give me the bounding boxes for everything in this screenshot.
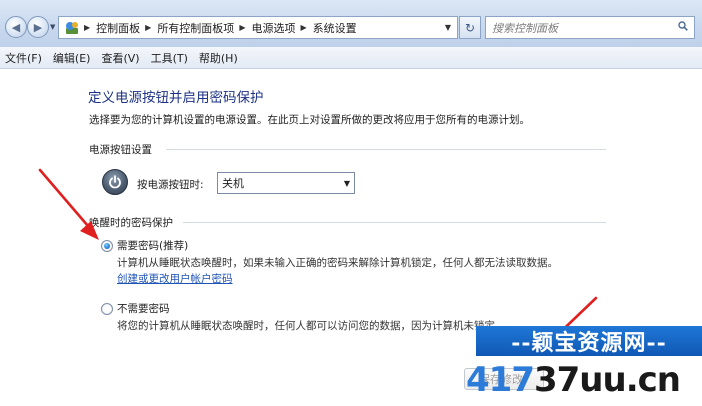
menu-file[interactable]: 文件(F) (0, 50, 48, 66)
search-placeholder: 搜索控制面板 (492, 21, 558, 35)
require-password-label[interactable]: 需要密码(推荐) (117, 238, 188, 253)
menu-help[interactable]: 帮助(H) (194, 50, 244, 66)
create-password-link[interactable]: 创建或更改用户帐户密码 (117, 273, 233, 285)
menu-tools[interactable]: 工具(T) (146, 50, 194, 66)
forward-button[interactable]: ▶ (27, 16, 49, 38)
breadcrumb-separator[interactable]: ▶ (145, 23, 151, 32)
back-arrow-icon: ◀ (11, 20, 21, 34)
breadcrumb-all-items[interactable]: 所有控制面板项 (157, 17, 234, 38)
breadcrumb-separator[interactable]: ▶ (300, 23, 306, 32)
menu-edit[interactable]: 编辑(E) (48, 50, 97, 66)
breadcrumb-separator[interactable]: ▶ (239, 23, 245, 32)
menu-view[interactable]: 查看(V) (96, 50, 145, 66)
control-panel-icon (66, 21, 78, 34)
create-password-link-row: 创建或更改用户帐户密码 (117, 271, 233, 286)
watermark-number: 417 (466, 360, 535, 400)
recent-pages-dropdown-icon[interactable]: ▼ (50, 23, 55, 31)
search-icon[interactable] (678, 21, 688, 31)
search-input[interactable]: 搜索控制面板 (485, 16, 695, 39)
power-button-action-label: 按电源按钮时: (137, 179, 204, 191)
breadcrumb-power-options[interactable]: 电源选项 (251, 17, 295, 38)
refresh-button[interactable]: ↻ (459, 16, 481, 39)
require-password-radio[interactable] (101, 240, 113, 252)
power-button-action-select[interactable]: 关机 ▼ (217, 172, 355, 194)
section-divider (166, 149, 606, 150)
back-button[interactable]: ◀ (5, 16, 27, 38)
no-password-description: 将您的计算机从睡眠状态唤醒时，任何人都可以访问您的数据，因为计算机未锁定。 (117, 320, 506, 332)
breadcrumb[interactable]: ▶ 控制面板 ▶ 所有控制面板项 ▶ 电源选项 ▶ 系统设置 ▼ (58, 16, 458, 39)
page-title: 定义电源按钮并启用密码保护 (88, 90, 264, 106)
chevron-down-icon: ▼ (343, 179, 350, 188)
power-button-action-value: 关机 (222, 177, 244, 190)
no-password-radio[interactable] (101, 303, 113, 315)
menu-bar: 文件(F) 编辑(E) 查看(V) 工具(T) 帮助(H) (0, 47, 702, 69)
watermark-domain-text: 37uu.cn (533, 360, 681, 400)
watermark-site-name: --颖宝资源网-- (511, 330, 667, 356)
no-password-label[interactable]: 不需要密码 (117, 301, 170, 316)
breadcrumb-control-panel[interactable]: 控制面板 (96, 17, 140, 38)
address-dropdown-icon[interactable]: ▼ (445, 23, 451, 32)
breadcrumb-separator[interactable]: ▶ (84, 23, 90, 32)
require-password-description-text: 计算机从睡眠状态唤醒时，如果未输入正确的密码来解除计算机锁定，任何人都无法读取数… (117, 257, 558, 269)
forward-arrow-icon: ▶ (33, 20, 43, 34)
power-button-settings-heading: 电源按钮设置 (89, 144, 152, 156)
address-bar: ◀ ▶ ▼ ▶ 控制面板 ▶ 所有控制面板项 ▶ 电源选项 ▶ 系统设置 ▼ ↻… (0, 0, 702, 48)
wakeup-password-heading: 唤醒时的密码保护 (89, 217, 173, 229)
section-divider (183, 222, 606, 223)
breadcrumb-system-settings[interactable]: 系统设置 (313, 17, 357, 38)
power-button-icon (102, 169, 128, 195)
page-description: 选择要为您的计算机设置的电源设置。在此页上对设置所做的更改将应用于您所有的电源计… (89, 114, 530, 126)
require-password-description: 计算机从睡眠状态唤醒时，如果未输入正确的密码来解除计算机锁定，任何人都无法读取数… (117, 255, 558, 270)
watermark-domain: 417 37uu.cn (466, 354, 702, 406)
refresh-icon: ↻ (464, 20, 476, 35)
